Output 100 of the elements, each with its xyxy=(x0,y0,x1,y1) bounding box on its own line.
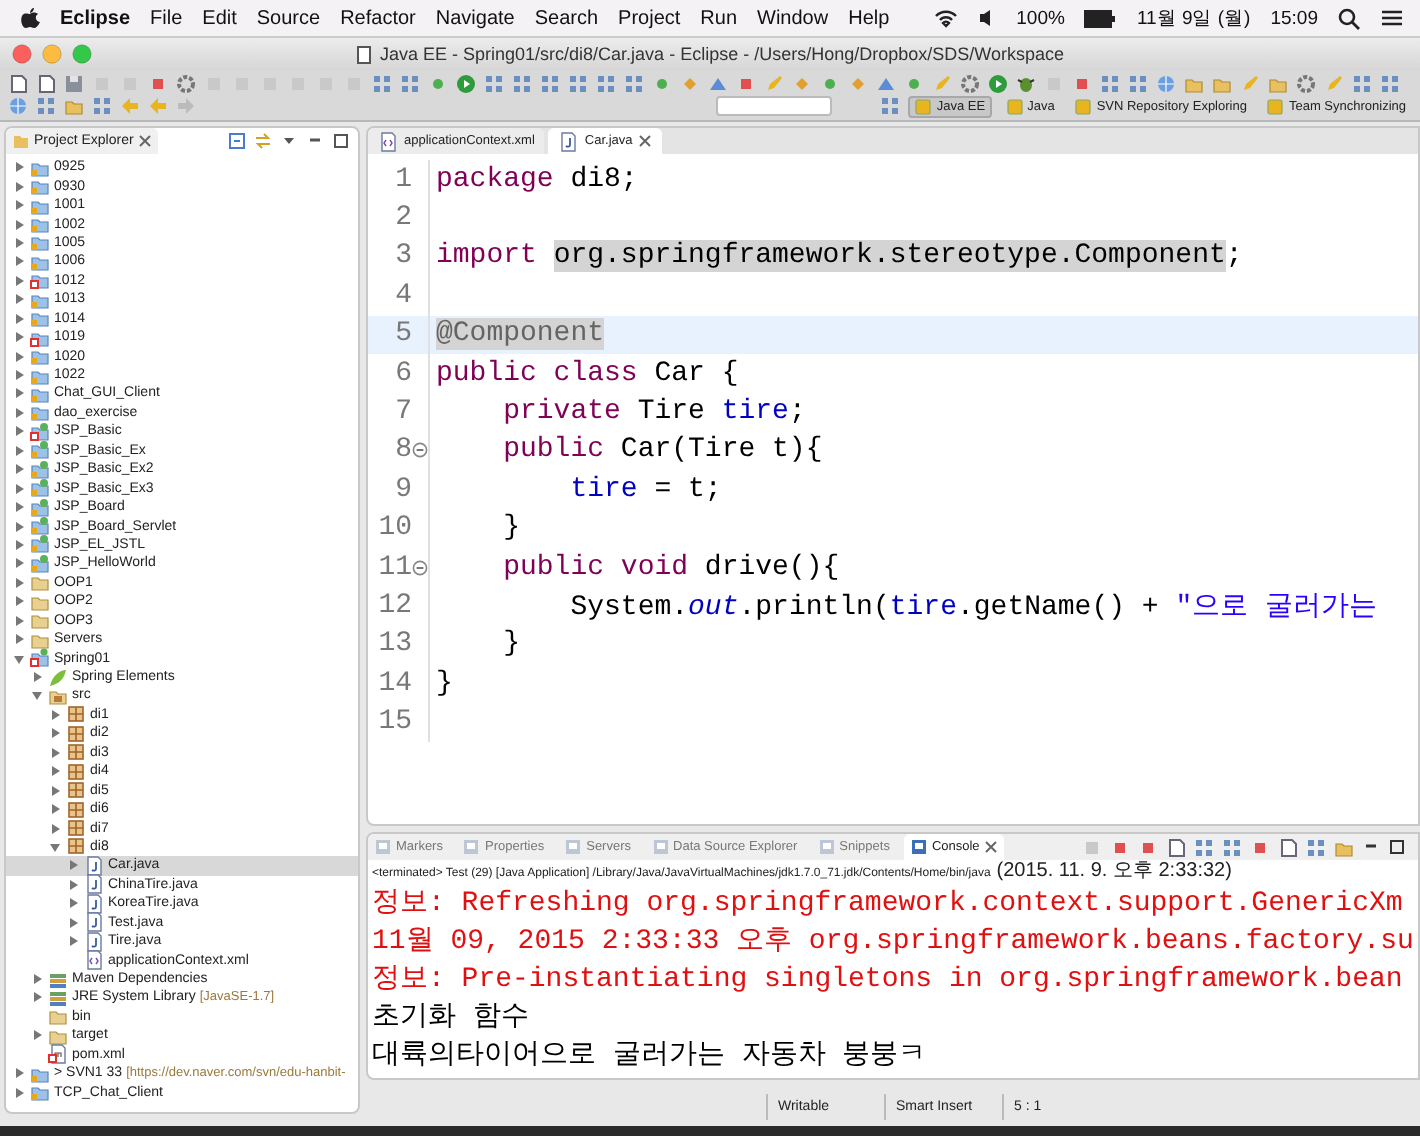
expand-arrow-icon[interactable] xyxy=(66,877,80,892)
grid-icon[interactable] xyxy=(1128,73,1148,93)
expand-arrow-icon[interactable] xyxy=(12,386,26,401)
search-icon[interactable] xyxy=(1338,7,1360,29)
menu-item[interactable]: Edit xyxy=(202,7,237,29)
expand-arrow-icon[interactable] xyxy=(48,783,62,798)
menu-item[interactable]: Search xyxy=(534,7,599,29)
square-icon[interactable] xyxy=(148,73,168,93)
expand-arrow-icon[interactable] xyxy=(66,915,80,930)
expand-arrow-icon[interactable] xyxy=(12,575,26,590)
expand-arrow-icon[interactable] xyxy=(12,462,26,477)
document-icon[interactable] xyxy=(1278,837,1298,857)
expand-arrow-icon[interactable] xyxy=(12,500,26,515)
collapse-arrow-icon[interactable] xyxy=(30,688,44,703)
grid-icon[interactable] xyxy=(400,73,420,93)
close-icon[interactable] xyxy=(638,134,653,148)
grid-icon[interactable] xyxy=(512,73,532,93)
document-icon[interactable] xyxy=(1166,837,1186,857)
dot-icon[interactable] xyxy=(428,73,448,93)
expand-arrow-icon[interactable] xyxy=(12,179,26,194)
expand-arrow-icon[interactable] xyxy=(48,726,62,741)
expand-arrow-icon[interactable] xyxy=(48,764,62,779)
expand-arrow-icon[interactable] xyxy=(12,235,26,250)
menu-item[interactable]: Source xyxy=(256,7,321,29)
gear-icon[interactable] xyxy=(176,73,196,93)
collapse-icon[interactable] xyxy=(228,132,246,150)
gear-icon[interactable] xyxy=(960,73,980,93)
expand-arrow-icon[interactable] xyxy=(12,481,26,496)
expand-arrow-icon[interactable] xyxy=(66,934,80,949)
menu-item[interactable]: File xyxy=(150,7,183,29)
menu-item[interactable]: Project xyxy=(618,7,681,29)
zoom-icon[interactable] xyxy=(72,44,92,64)
expand-arrow-icon[interactable] xyxy=(12,632,26,647)
maximize-icon[interactable] xyxy=(332,132,350,150)
grid-icon[interactable] xyxy=(540,73,560,93)
square-icon[interactable] xyxy=(1072,73,1092,93)
expand-arrow-icon[interactable] xyxy=(30,1028,44,1043)
expand-arrow-icon[interactable] xyxy=(12,311,26,326)
bug-icon[interactable] xyxy=(1016,73,1036,93)
expand-arrow-icon[interactable] xyxy=(30,990,44,1005)
grid-icon[interactable] xyxy=(36,96,56,116)
expand-arrow-icon[interactable] xyxy=(12,198,26,213)
gear-icon[interactable] xyxy=(1296,73,1316,93)
grid-icon[interactable] xyxy=(624,73,644,93)
grid-icon[interactable] xyxy=(1352,73,1372,93)
square-icon[interactable] xyxy=(1110,837,1130,857)
menu-item[interactable]: Run xyxy=(700,7,738,29)
globe-icon[interactable] xyxy=(1156,73,1176,93)
save-icon[interactable] xyxy=(64,73,84,93)
collapse-arrow-icon[interactable] xyxy=(48,839,62,854)
link-icon[interactable] xyxy=(254,132,272,150)
grid-icon[interactable] xyxy=(1194,837,1214,857)
expand-arrow-icon[interactable] xyxy=(12,254,26,269)
expand-arrow-icon[interactable] xyxy=(12,217,26,232)
expand-arrow-icon[interactable] xyxy=(12,1066,26,1081)
grid-icon[interactable] xyxy=(1222,837,1242,857)
grid-icon[interactable] xyxy=(596,73,616,93)
menu-item[interactable]: Window xyxy=(757,7,829,29)
expand-arrow-icon[interactable] xyxy=(12,405,26,420)
expand-arrow-icon[interactable] xyxy=(66,858,80,873)
dot-icon[interactable] xyxy=(652,73,672,93)
app-menu[interactable]: Eclipse xyxy=(60,7,131,29)
expand-arrow-icon[interactable] xyxy=(12,537,26,552)
fold-icon[interactable] xyxy=(412,559,428,576)
grid-icon[interactable] xyxy=(880,96,901,116)
expand-arrow-icon[interactable] xyxy=(12,273,26,288)
expand-arrow-icon[interactable] xyxy=(30,670,44,685)
grid-icon[interactable] xyxy=(372,73,392,93)
grid-icon[interactable] xyxy=(1100,73,1120,93)
dot-icon[interactable] xyxy=(904,73,924,93)
collapse-arrow-icon[interactable] xyxy=(12,651,26,666)
expand-arrow-icon[interactable] xyxy=(12,292,26,307)
expand-arrow-icon[interactable] xyxy=(12,349,26,364)
square-icon[interactable] xyxy=(736,73,756,93)
dot-icon[interactable] xyxy=(820,73,840,93)
expand-arrow-icon[interactable] xyxy=(48,745,62,760)
expand-arrow-icon[interactable] xyxy=(12,160,26,175)
expand-arrow-icon[interactable] xyxy=(12,330,26,345)
triangle-icon[interactable] xyxy=(876,73,896,93)
run-icon[interactable] xyxy=(988,73,1008,93)
expand-arrow-icon[interactable] xyxy=(48,707,62,722)
close-icon[interactable] xyxy=(137,134,152,148)
square-icon[interactable] xyxy=(1250,837,1270,857)
expand-arrow-icon[interactable] xyxy=(12,613,26,628)
menu-item[interactable]: Refactor xyxy=(340,7,416,29)
run-icon[interactable] xyxy=(456,73,476,93)
expand-arrow-icon[interactable] xyxy=(12,594,26,609)
search-field[interactable] xyxy=(716,96,833,116)
menu-item[interactable]: Navigate xyxy=(435,7,515,29)
grid-icon[interactable] xyxy=(92,96,112,116)
grid-icon[interactable] xyxy=(1306,837,1326,857)
triangle-icon[interactable] xyxy=(708,73,728,93)
expand-arrow-icon[interactable] xyxy=(48,821,62,836)
maximize-icon[interactable] xyxy=(1388,838,1406,856)
expand-arrow-icon[interactable] xyxy=(12,519,26,534)
expand-arrow-icon[interactable] xyxy=(30,972,44,987)
expand-arrow-icon[interactable] xyxy=(12,556,26,571)
expand-arrow-icon[interactable] xyxy=(12,424,26,439)
expand-arrow-icon[interactable] xyxy=(66,896,80,911)
expand-arrow-icon[interactable] xyxy=(12,1085,26,1100)
